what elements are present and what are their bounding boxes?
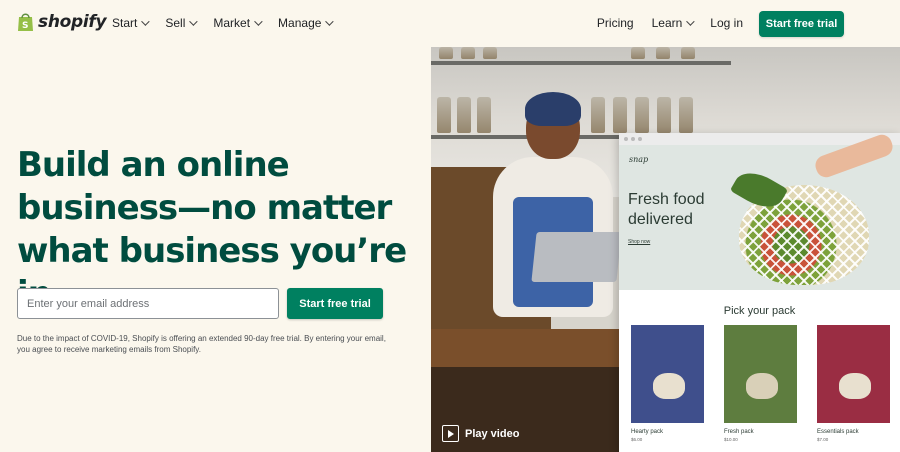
nav-item-start[interactable]: Start (112, 16, 151, 30)
pack-price: $7.00 (817, 437, 829, 442)
pack-card[interactable]: Hearty pack $6.00 (631, 325, 704, 442)
chevron-down-icon (686, 17, 695, 26)
nav-label: Manage (278, 16, 322, 30)
chevron-down-icon (325, 17, 335, 26)
store-headline: Fresh food delivered (628, 191, 705, 228)
jar (635, 97, 649, 133)
jar (631, 47, 645, 59)
store-hero: snap Fresh food delivered Shop now (619, 133, 900, 290)
pack-price: $10.00 (724, 437, 738, 442)
pouch (839, 373, 871, 399)
hero-start-free-trial-button[interactable]: Start free trial (287, 288, 383, 319)
chevron-down-icon (254, 17, 263, 26)
jar (461, 47, 475, 59)
window-dot (631, 137, 635, 141)
nav-label: Market (213, 16, 251, 30)
pack-section-title: Pick your pack (723, 305, 796, 317)
chevron-down-icon (189, 17, 199, 26)
nav-item-learn[interactable]: Learn (651, 16, 695, 30)
top-navigation: S shopify Start Sell Market Manage Prici… (0, 0, 900, 47)
pack-name: Essentials pack (817, 429, 859, 435)
pouch (746, 373, 778, 399)
jar (439, 47, 453, 59)
secondary-nav: Pricing Learn Log in (597, 16, 743, 30)
pack-name: Fresh pack (724, 429, 754, 435)
play-video-button[interactable]: Play video (442, 425, 519, 442)
brand-wordmark: shopify (38, 12, 107, 32)
window-dot (624, 137, 628, 141)
svg-text:S: S (22, 21, 28, 31)
store-preview: snap Fresh food delivered Shop now Pick … (619, 133, 900, 452)
pack-price: $6.00 (631, 437, 643, 442)
nav-label: Log in (710, 16, 743, 30)
nav-label: Start (112, 16, 138, 30)
primary-nav: Start Sell Market Manage (112, 16, 335, 30)
pack-card[interactable]: Essentials pack $7.00 (817, 325, 890, 442)
jar (483, 47, 497, 59)
shop-now-link[interactable]: Shop now (628, 239, 650, 245)
table (431, 329, 631, 369)
pack-card[interactable]: Fresh pack $10.00 (724, 325, 797, 442)
jar (679, 97, 693, 133)
start-free-trial-button[interactable]: Start free trial (759, 11, 844, 37)
jar (437, 97, 451, 133)
jar (591, 97, 605, 133)
play-icon (442, 425, 459, 442)
shopping-bag-icon: S (18, 13, 33, 31)
shopify-logo[interactable]: S shopify (17, 12, 107, 32)
store-logo: snap (629, 155, 649, 164)
pack-cards: Hearty pack $6.00 Fresh pack $10.00 Esse… (631, 325, 890, 442)
nav-item-pricing[interactable]: Pricing (597, 16, 634, 30)
nav-item-market[interactable]: Market (213, 16, 263, 30)
nav-label: Sell (165, 16, 186, 30)
jar (681, 47, 695, 59)
headwrap (525, 92, 581, 126)
window-dot (638, 137, 642, 141)
jar (613, 97, 627, 133)
email-input[interactable] (17, 288, 279, 319)
chevron-down-icon (141, 17, 151, 26)
jar (657, 97, 671, 133)
nav-label: Learn (651, 16, 683, 30)
pack-image (724, 325, 797, 423)
jar (457, 97, 471, 133)
jar (477, 97, 491, 133)
pouch (653, 373, 685, 399)
play-video-label: Play video (465, 427, 520, 440)
shelf (431, 61, 731, 65)
nav-item-manage[interactable]: Manage (278, 16, 335, 30)
nav-label: Pricing (596, 16, 634, 30)
nav-item-sell[interactable]: Sell (165, 16, 199, 30)
nav-item-login[interactable]: Log in (710, 16, 743, 30)
covid-disclaimer: Due to the impact of COVID-19, Shopify i… (17, 334, 386, 354)
pack-name: Hearty pack (631, 429, 664, 435)
laptop (531, 232, 622, 282)
pack-image (817, 325, 890, 423)
pack-image (631, 325, 704, 423)
jar (656, 47, 670, 59)
